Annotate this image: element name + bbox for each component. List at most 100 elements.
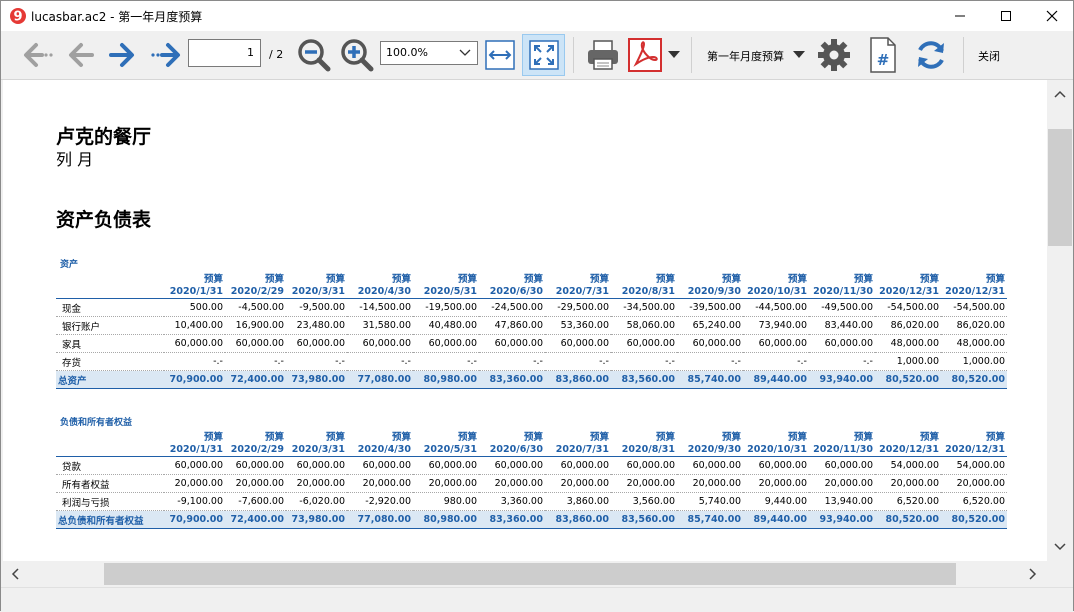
first-page-button[interactable]: [17, 37, 57, 73]
table-cell: 60,000.00: [611, 334, 677, 353]
total-cell: 83,560.00: [611, 370, 677, 389]
table-cell: 48,000.00: [941, 334, 1007, 353]
print-button[interactable]: [583, 37, 623, 73]
table-cell: 60,000.00: [413, 456, 479, 475]
fit-page-icon: [528, 40, 559, 70]
settings-button[interactable]: [815, 37, 853, 73]
table-cell: 60,000.00: [286, 456, 347, 475]
period-dropdown-button[interactable]: [791, 45, 807, 65]
table-cell: -.-: [743, 352, 809, 371]
table-cell: 60,000.00: [743, 456, 809, 475]
table-cell: 16,900.00: [225, 316, 286, 335]
total-cell: 93,940.00: [809, 510, 875, 529]
scroll-up-icon[interactable]: [1054, 90, 1066, 98]
close-report-button[interactable]: 关闭: [978, 48, 1000, 64]
fit-page-button[interactable]: [522, 34, 565, 76]
column-header-date: 2020/12/31: [941, 443, 1007, 457]
header-empty-cell: [56, 443, 164, 457]
total-cell: 85,740.00: [677, 370, 743, 389]
table-cell: -2,920.00: [347, 492, 413, 511]
column-header-budget: 预算: [589, 432, 609, 443]
total-cell: 83,360.00: [479, 370, 545, 389]
table-cell: 20,000.00: [413, 474, 479, 493]
next-page-button[interactable]: [104, 37, 142, 73]
table-cell: 9,440.00: [743, 492, 809, 511]
zoom-value: 100.0%: [386, 46, 428, 59]
table-cell: 20,000.00: [545, 474, 611, 493]
table-cell: -.-: [347, 352, 413, 371]
refresh-button[interactable]: [911, 37, 951, 73]
section-title-liabilities: 负债和所有者权益: [60, 418, 133, 428]
total-cell: 80,980.00: [413, 510, 479, 529]
column-header-date: 2020/4/30: [347, 285, 413, 299]
table-cell: -19,500.00: [413, 298, 479, 317]
toolbar-separator: [963, 37, 964, 73]
header-empty-cell: [56, 285, 164, 299]
toolbar-separator: [573, 37, 574, 73]
close-icon: [1046, 10, 1058, 22]
total-label: 总资产: [56, 370, 164, 389]
report-title: 资产负债表: [56, 209, 152, 231]
dropdown-icon: [793, 51, 805, 58]
last-page-button[interactable]: [147, 37, 187, 73]
row-label: 家具: [56, 334, 164, 353]
window-title: lucasbar.ac2 - 第一年月度预算: [31, 10, 203, 24]
toolbar-separator: [691, 37, 692, 73]
zoom-out-button[interactable]: [295, 37, 333, 73]
print-icon: [588, 40, 618, 70]
report-viewport[interactable]: 卢克的餐厅 列 月 资产负债表 资产 预算 预算 预算 预算 预算 预算 预算 预算 预算 预算预…: [3, 80, 1047, 561]
minimize-icon: [955, 15, 965, 17]
page-number-input[interactable]: 1: [188, 39, 261, 67]
previous-page-button[interactable]: [61, 37, 99, 73]
column-header-budget: 预算: [721, 432, 741, 443]
period-select-label[interactable]: 第一年月度预算: [707, 48, 784, 64]
column-header-budget: 预算: [391, 432, 411, 443]
table-row: 贷款 60,000.00 60,000.00 60,000.00 60,000.00 60…: [56, 456, 1007, 475]
column-header-date: 2020/5/31: [413, 285, 479, 299]
total-cell: 70,900.00: [164, 370, 225, 389]
page-number-button[interactable]: #: [865, 36, 901, 74]
zoom-select[interactable]: 100.0%: [380, 41, 478, 65]
pdf-export-button[interactable]: [626, 36, 664, 74]
table-cell: 6,520.00: [875, 492, 941, 511]
back-first-icon: [24, 43, 53, 67]
total-cell: 72,400.00: [225, 370, 286, 389]
column-header-budget: 预算: [655, 432, 675, 443]
horizontal-scroll-thumb[interactable]: [104, 563, 956, 585]
table-cell: -39,500.00: [677, 298, 743, 317]
maximize-button[interactable]: [983, 1, 1029, 31]
table-cell: -7,600.00: [225, 492, 286, 511]
total-cell: 83,560.00: [611, 510, 677, 529]
total-cell: 83,860.00: [545, 510, 611, 529]
total-cell: 70,900.00: [164, 510, 225, 529]
toolbar: 1 / 2 100.0% 第一年月度预算 # 关闭: [1, 31, 1073, 80]
minimize-button[interactable]: [937, 1, 983, 31]
column-header-budget: 预算: [655, 274, 675, 285]
fit-width-icon: [485, 40, 515, 70]
table-cell: -44,500.00: [743, 298, 809, 317]
vertical-scroll-thumb[interactable]: [1048, 129, 1072, 246]
export-dropdown-button[interactable]: [666, 45, 682, 65]
table-cell: 54,000.00: [941, 456, 1007, 475]
table-cell: 60,000.00: [677, 334, 743, 353]
table-cell: 20,000.00: [941, 474, 1007, 493]
header-row-budget: 预算 预算 预算 预算 预算 预算 预算 预算 预算 预算 预算 预算 预算: [56, 429, 1007, 443]
scroll-down-icon[interactable]: [1054, 543, 1066, 551]
table-cell: 60,000.00: [164, 456, 225, 475]
table-cell: 3,860.00: [545, 492, 611, 511]
scroll-left-icon[interactable]: [11, 568, 19, 580]
pdf-icon: [628, 38, 662, 72]
table-cell: 20,000.00: [743, 474, 809, 493]
total-cell: 83,360.00: [479, 510, 545, 529]
zoom-in-button[interactable]: [338, 37, 376, 73]
column-header-budget: 预算: [919, 432, 939, 443]
total-cell: 80,520.00: [875, 370, 941, 389]
total-cell: 83,860.00: [545, 370, 611, 389]
close-window-button[interactable]: [1029, 1, 1074, 31]
company-name: 卢克的餐厅: [56, 126, 152, 148]
total-cell: 85,740.00: [677, 510, 743, 529]
total-cell: 73,980.00: [286, 370, 347, 389]
scroll-right-icon[interactable]: [1029, 568, 1037, 580]
fit-width-button[interactable]: [482, 37, 518, 73]
table-cell: 20,000.00: [611, 474, 677, 493]
